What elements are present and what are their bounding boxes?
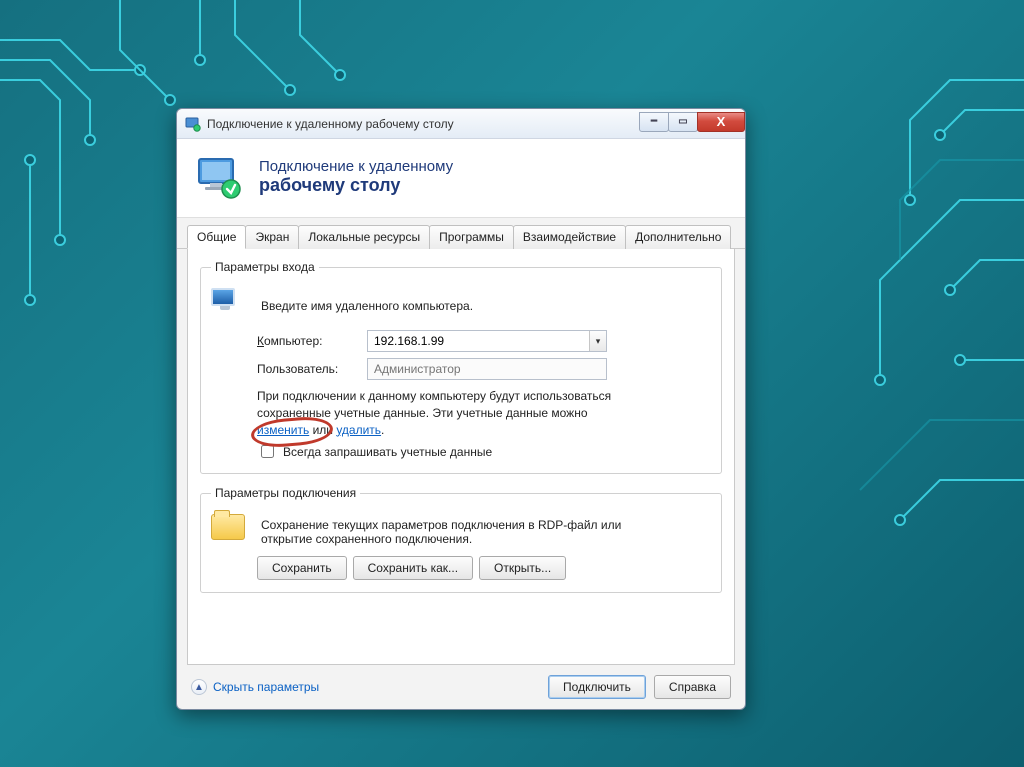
titlebar[interactable]: Подключение к удаленному рабочему столу … xyxy=(177,109,745,139)
tab-general[interactable]: Общие xyxy=(187,225,246,249)
tabstrip: Общие Экран Локальные ресурсы Программы … xyxy=(177,224,745,249)
credentials-note: При подключении к данному компьютеру буд… xyxy=(257,388,637,438)
dialog-footer: ▲ Скрыть параметры Подключить Справка xyxy=(177,665,745,709)
computer-dropdown-button[interactable]: ▾ xyxy=(589,331,606,351)
minimize-button[interactable]: ━ xyxy=(639,112,669,132)
hide-options-link[interactable]: ▲ Скрыть параметры xyxy=(191,679,319,695)
connection-text: Сохранение текущих параметров подключени… xyxy=(261,518,661,546)
tab-programs[interactable]: Программы xyxy=(429,225,514,249)
always-ask-label: Всегда запрашивать учетные данные xyxy=(283,445,492,459)
fieldset-connection: Параметры подключения Сохранение текущих… xyxy=(200,486,722,593)
computer-input[interactable] xyxy=(367,330,607,352)
close-button[interactable]: X xyxy=(697,112,745,132)
legend-login: Параметры входа xyxy=(211,260,319,274)
connect-button[interactable]: Подключить xyxy=(548,675,646,699)
tab-local[interactable]: Локальные ресурсы xyxy=(298,225,430,249)
maximize-button[interactable]: ▭ xyxy=(668,112,698,132)
hide-options-label: Скрыть параметры xyxy=(213,680,319,694)
always-ask-checkbox[interactable] xyxy=(261,445,274,458)
always-ask-checkbox-row[interactable]: Всегда запрашивать учетные данные Всегда… xyxy=(257,442,711,461)
header-line2: рабочему столу xyxy=(259,175,453,196)
fieldset-login: Параметры входа Введите имя удаленного к… xyxy=(200,260,722,474)
tab-display[interactable]: Экран xyxy=(245,225,299,249)
chevron-up-icon: ▲ xyxy=(191,679,207,695)
computer-icon xyxy=(211,288,247,324)
window-title: Подключение к удаленному рабочему столу xyxy=(207,117,454,131)
legend-connection: Параметры подключения xyxy=(211,486,360,500)
computer-label: ККомпьютер:омпьютер: xyxy=(257,334,357,348)
open-button[interactable]: Открыть... xyxy=(479,556,566,580)
app-icon xyxy=(185,116,201,132)
tab-experience[interactable]: Взаимодействие xyxy=(513,225,626,249)
link-delete-credentials[interactable]: удалить xyxy=(336,423,381,437)
header-line1: Подключение к удаленному xyxy=(259,158,453,175)
rdp-dialog-window: Подключение к удаленному рабочему столу … xyxy=(176,108,746,710)
tab-body-general: Параметры входа Введите имя удаленного к… xyxy=(187,248,735,665)
dialog-header: Подключение к удаленному рабочему столу xyxy=(177,139,745,218)
save-button[interactable]: Сохранить xyxy=(257,556,347,580)
user-label: Пользователь: xyxy=(257,362,357,376)
link-change-credentials[interactable]: изменить xyxy=(257,423,309,437)
login-intro: Введите имя удаленного компьютера. xyxy=(261,299,473,313)
user-input[interactable] xyxy=(367,358,607,380)
help-button[interactable]: Справка xyxy=(654,675,731,699)
folder-icon xyxy=(211,514,247,550)
rdp-header-icon xyxy=(195,153,243,201)
tab-advanced[interactable]: Дополнительно xyxy=(625,225,731,249)
save-as-button[interactable]: Сохранить как... xyxy=(353,556,473,580)
